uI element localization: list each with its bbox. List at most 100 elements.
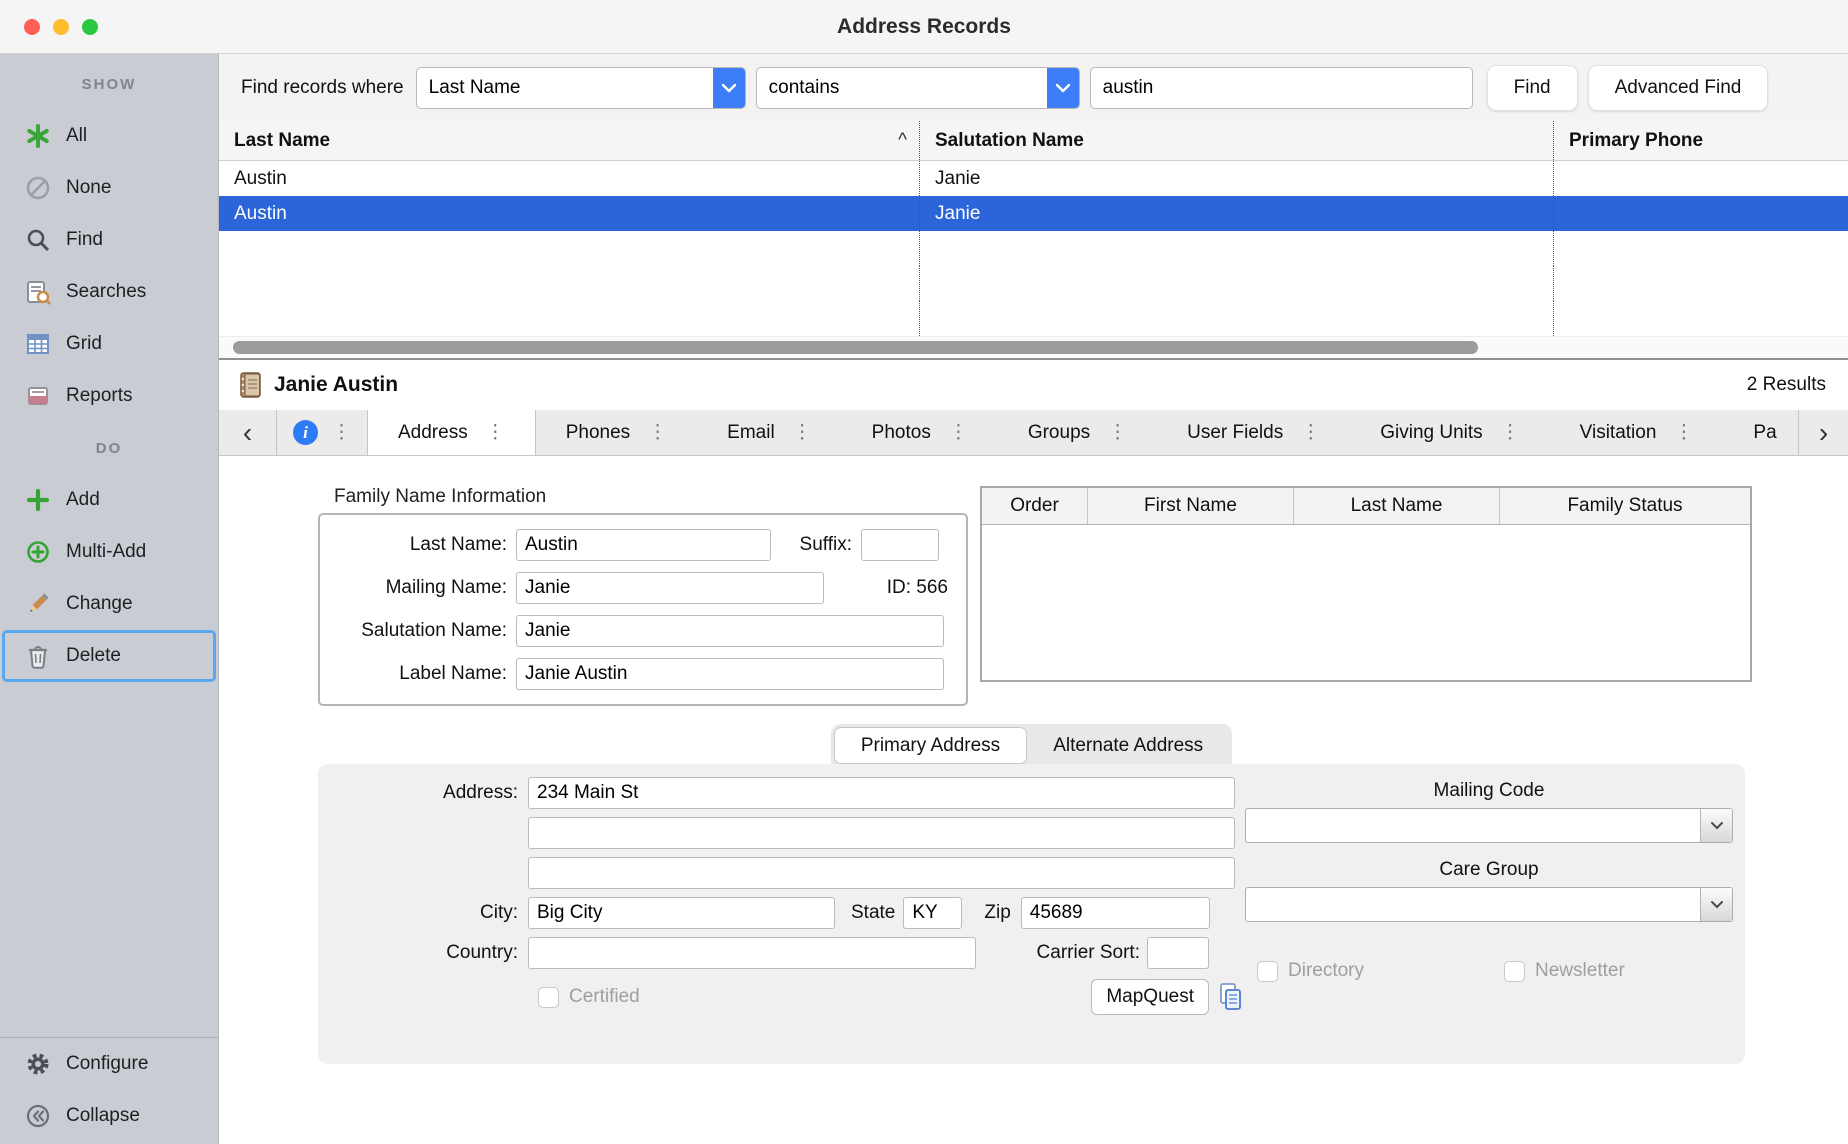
address-book-icon xyxy=(235,371,263,399)
table-row[interactable]: Austin Janie xyxy=(219,161,1848,196)
zoom-window-button[interactable] xyxy=(82,19,98,35)
close-window-button[interactable] xyxy=(24,19,40,35)
sidebar-item-collapse[interactable]: Collapse xyxy=(0,1090,218,1142)
tab-partial[interactable]: Pa xyxy=(1723,410,1798,455)
scrollbar-thumb[interactable] xyxy=(233,341,1478,354)
last-name-field[interactable] xyxy=(516,529,771,561)
field-dropdown[interactable]: Last Name xyxy=(416,67,746,109)
carrier-sort-field[interactable] xyxy=(1147,937,1209,969)
tab-user-fields[interactable]: User Fields ⋮ xyxy=(1157,410,1350,455)
column-header-last-name[interactable]: Last Name ^ xyxy=(219,121,920,160)
main-area: Find records where Last Name contains Fi… xyxy=(219,54,1848,1144)
address-tab-content: Family Name Information Last Name: Suffi… xyxy=(219,456,1848,1144)
chevron-down-icon xyxy=(1700,809,1732,842)
tab-primary-address[interactable]: Primary Address xyxy=(834,727,1027,764)
sidebar-item-find[interactable]: Find xyxy=(0,214,218,266)
zip-field[interactable] xyxy=(1021,897,1210,929)
column-header-last-name[interactable]: Last Name xyxy=(1294,488,1500,524)
mailing-code-dropdown[interactable] xyxy=(1245,808,1733,843)
tabs-scroll-right-button[interactable]: › xyxy=(1798,410,1848,455)
trash-icon xyxy=(24,642,52,670)
minimize-window-button[interactable] xyxy=(53,19,69,35)
collapse-icon xyxy=(24,1102,52,1130)
sidebar-item-delete[interactable]: Delete xyxy=(2,630,216,682)
tab-handle-icon: ⋮ xyxy=(1501,421,1520,444)
tab-visitation[interactable]: Visitation ⋮ xyxy=(1550,410,1724,455)
table-row-empty[interactable] xyxy=(219,231,1848,266)
field-dropdown-value: Last Name xyxy=(417,77,713,99)
sidebar-item-add[interactable]: Add xyxy=(0,474,218,526)
mapquest-button[interactable]: MapQuest xyxy=(1091,979,1209,1015)
tab-handle-icon: ⋮ xyxy=(793,421,812,444)
carrier-sort-label: Carrier Sort: xyxy=(996,942,1140,964)
sidebar-item-label: All xyxy=(66,125,87,147)
sidebar-item-all[interactable]: All xyxy=(0,110,218,162)
tabs-scroll-left-button[interactable]: ‹ xyxy=(219,410,277,455)
tab-info[interactable]: i ⋮ xyxy=(277,410,367,455)
none-icon xyxy=(24,174,52,202)
column-header-salutation-name[interactable]: Salutation Name xyxy=(920,121,1554,160)
sidebar-item-change[interactable]: Change xyxy=(0,578,218,630)
titlebar: Address Records xyxy=(0,0,1848,54)
certified-checkbox[interactable]: Certified xyxy=(538,986,640,1008)
sidebar-item-multi-add[interactable]: Multi-Add xyxy=(0,526,218,578)
tab-phones[interactable]: Phones ⋮ xyxy=(536,410,697,455)
checkbox-icon xyxy=(1504,961,1525,982)
cell-last-name: Austin xyxy=(219,196,920,231)
care-group-dropdown[interactable] xyxy=(1245,887,1733,922)
tab-alternate-address[interactable]: Alternate Address xyxy=(1027,727,1229,764)
results-table-header: Last Name ^ Salutation Name Primary Phon… xyxy=(219,121,1848,161)
sidebar-item-configure[interactable]: Configure xyxy=(0,1038,218,1090)
table-row-selected[interactable]: Austin Janie xyxy=(219,196,1848,231)
directory-checkbox[interactable]: Directory xyxy=(1257,960,1364,982)
sidebar-item-label: Change xyxy=(66,593,133,615)
operator-dropdown[interactable]: contains xyxy=(756,67,1080,109)
sidebar-item-reports[interactable]: Reports xyxy=(0,370,218,422)
sidebar-item-label: Multi-Add xyxy=(66,541,146,563)
mailing-name-field[interactable] xyxy=(516,572,824,604)
advanced-find-button[interactable]: Advanced Find xyxy=(1588,65,1769,111)
sidebar-item-label: Searches xyxy=(66,281,146,303)
sidebar-item-none[interactable]: None xyxy=(0,162,218,214)
column-header-order[interactable]: Order xyxy=(982,488,1088,524)
sort-ascending-icon[interactable]: ^ xyxy=(898,130,907,152)
tab-giving-units[interactable]: Giving Units ⋮ xyxy=(1350,410,1549,455)
family-name-caption: Family Name Information xyxy=(334,486,968,508)
city-field[interactable] xyxy=(528,897,835,929)
cell-primary-phone xyxy=(1554,196,1848,231)
table-row-empty[interactable] xyxy=(219,301,1848,336)
label-name-field[interactable] xyxy=(516,658,944,690)
copy-icon[interactable] xyxy=(1217,983,1245,1011)
care-group-value xyxy=(1246,888,1700,921)
address-line1-field[interactable] xyxy=(528,777,1235,809)
tab-photos[interactable]: Photos ⋮ xyxy=(842,410,998,455)
sidebar-item-grid[interactable]: Grid xyxy=(0,318,218,370)
primary-address-panel: Address: xyxy=(318,764,1745,1064)
tab-groups[interactable]: Groups ⋮ xyxy=(998,410,1157,455)
asterisk-icon xyxy=(24,122,52,150)
search-query-input[interactable] xyxy=(1090,67,1473,109)
tab-email[interactable]: Email ⋮ xyxy=(697,410,842,455)
sidebar-item-searches[interactable]: Searches xyxy=(0,266,218,318)
column-header-first-name[interactable]: First Name xyxy=(1088,488,1294,524)
find-button[interactable]: Find xyxy=(1487,65,1578,111)
find-records-label: Find records where xyxy=(241,77,404,99)
state-field[interactable] xyxy=(903,897,962,929)
column-header-primary-phone[interactable]: Primary Phone xyxy=(1554,121,1848,160)
address-line2-field[interactable] xyxy=(528,817,1235,849)
address-section: Primary Address Alternate Address Addres… xyxy=(318,724,1745,1064)
column-header-family-status[interactable]: Family Status xyxy=(1500,488,1750,524)
chevron-down-icon xyxy=(1047,68,1079,108)
salutation-name-field[interactable] xyxy=(516,615,944,647)
tab-address[interactable]: Address ⋮ xyxy=(367,410,536,455)
address-line3-field[interactable] xyxy=(528,857,1235,889)
horizontal-scrollbar[interactable] xyxy=(219,336,1848,358)
family-name-section: Family Name Information Last Name: Suffi… xyxy=(318,486,968,706)
newsletter-checkbox[interactable]: Newsletter xyxy=(1504,960,1625,982)
sidebar-item-label: Grid xyxy=(66,333,102,355)
family-table-body[interactable] xyxy=(982,525,1750,680)
country-field[interactable] xyxy=(528,937,976,969)
mailing-name-label: Mailing Name: xyxy=(334,577,516,599)
suffix-field[interactable] xyxy=(861,529,939,561)
table-row-empty[interactable] xyxy=(219,266,1848,301)
